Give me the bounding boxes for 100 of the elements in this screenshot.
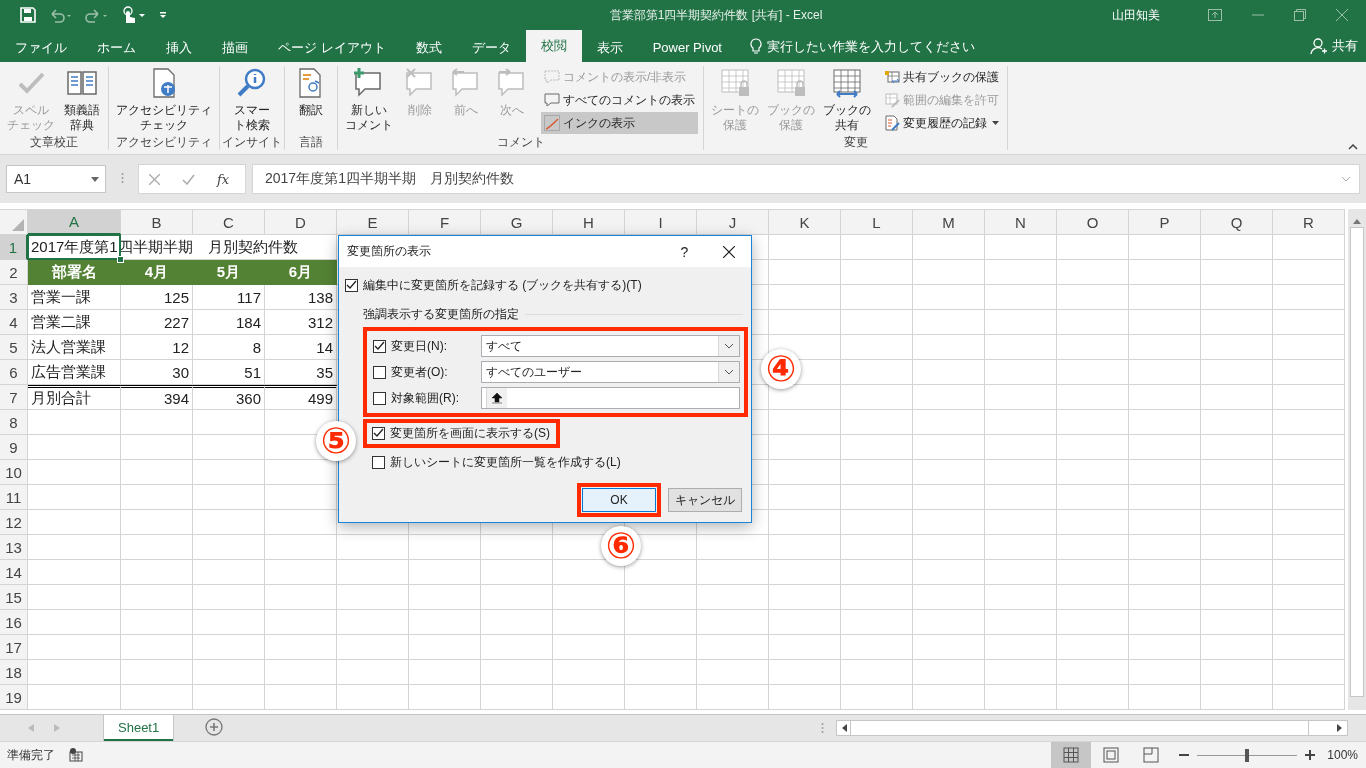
macro-record-icon[interactable] bbox=[69, 748, 83, 762]
checkbox[interactable] bbox=[373, 365, 386, 379]
ribbon-button[interactable]: スマー ト検索 bbox=[231, 66, 273, 134]
column-header[interactable]: C bbox=[193, 210, 265, 235]
ribbon-tab[interactable]: 校閲 bbox=[525, 30, 582, 63]
row-header[interactable]: 4 bbox=[0, 310, 28, 335]
row-header[interactable]: 2 bbox=[0, 260, 28, 285]
column-header[interactable]: J bbox=[697, 210, 769, 235]
undo-icon[interactable] bbox=[48, 7, 72, 24]
ribbon-tab[interactable]: データ bbox=[456, 33, 526, 63]
row-header[interactable]: 7 bbox=[0, 385, 28, 410]
ribbon-button[interactable]: アクセシビリティ チェック bbox=[114, 66, 214, 134]
ribbon-button[interactable]: ブックの 共有 bbox=[821, 66, 873, 134]
row-header[interactable]: 8 bbox=[0, 410, 28, 435]
row-header[interactable]: 16 bbox=[0, 610, 28, 635]
redo-icon[interactable] bbox=[84, 7, 108, 24]
column-header[interactable]: B bbox=[121, 210, 193, 235]
scroll-left-icon[interactable] bbox=[842, 724, 847, 732]
ribbon-button[interactable]: 共有ブックの保護 bbox=[881, 66, 1002, 89]
zoom-level[interactable]: 100% bbox=[1315, 748, 1366, 762]
vertical-scrollbar[interactable] bbox=[1348, 209, 1366, 710]
column-header[interactable]: K bbox=[769, 210, 841, 235]
column-header[interactable]: N bbox=[985, 210, 1057, 235]
insert-function-button[interactable]: fx bbox=[217, 171, 230, 187]
column-header[interactable]: H bbox=[553, 210, 625, 235]
row-header[interactable]: 5 bbox=[0, 335, 28, 360]
ribbon-tab[interactable]: ホーム bbox=[82, 33, 151, 63]
ribbon-tab[interactable]: ページ レイアウト bbox=[263, 33, 401, 63]
splitter-icon[interactable] bbox=[821, 722, 824, 734]
column-header[interactable]: P bbox=[1129, 210, 1201, 235]
ribbon-button[interactable]: 類義語 辞典 bbox=[61, 66, 103, 134]
zoom-in-icon[interactable] bbox=[1305, 750, 1316, 760]
column-header[interactable]: Q bbox=[1201, 210, 1273, 235]
ribbon-button[interactable]: 新しい コメント bbox=[343, 66, 395, 134]
row-header[interactable]: 14 bbox=[0, 560, 28, 585]
touch-mode-icon[interactable] bbox=[120, 6, 146, 25]
checkbox[interactable] bbox=[373, 339, 386, 353]
add-sheet-icon[interactable] bbox=[205, 717, 224, 736]
range-field[interactable] bbox=[481, 387, 740, 409]
column-header[interactable]: A bbox=[28, 210, 121, 235]
splitter-icon[interactable] bbox=[120, 172, 124, 185]
ribbon-tab[interactable]: 挿入 bbox=[151, 33, 207, 63]
row-header[interactable]: 12 bbox=[0, 510, 28, 535]
help-button[interactable]: ? bbox=[662, 243, 707, 260]
row-header[interactable]: 3 bbox=[0, 285, 28, 310]
ribbon-tab[interactable]: Power Pivot bbox=[637, 33, 737, 63]
ribbon-button[interactable]: 翻訳 bbox=[290, 66, 332, 119]
column-header[interactable]: O bbox=[1057, 210, 1129, 235]
share-button[interactable]: 共有 bbox=[1310, 30, 1366, 63]
select-all-icon[interactable] bbox=[12, 219, 24, 231]
column-header[interactable]: E bbox=[337, 210, 409, 235]
customize-toolbar-icon[interactable] bbox=[158, 10, 168, 21]
column-header[interactable]: L bbox=[841, 210, 913, 235]
ribbon-tab[interactable]: 数式 bbox=[400, 33, 457, 63]
ribbon-display-icon[interactable] bbox=[1208, 9, 1222, 22]
row-header[interactable]: 13 bbox=[0, 535, 28, 560]
column-header[interactable]: M bbox=[913, 210, 985, 235]
row-header[interactable]: 11 bbox=[0, 485, 28, 510]
scroll-right-icon[interactable] bbox=[1337, 724, 1342, 732]
row-header[interactable]: 1 bbox=[0, 235, 28, 260]
column-header[interactable]: G bbox=[481, 210, 553, 235]
column-header[interactable]: F bbox=[409, 210, 481, 235]
checkbox[interactable] bbox=[372, 427, 385, 440]
row-header[interactable]: 15 bbox=[0, 585, 28, 610]
save-icon[interactable] bbox=[20, 7, 36, 24]
zoom-slider-thumb[interactable] bbox=[1245, 748, 1250, 762]
close-icon[interactable] bbox=[723, 245, 735, 258]
collapse-ribbon-icon[interactable] bbox=[1348, 144, 1358, 151]
horizontal-scrollbar[interactable] bbox=[836, 720, 1348, 736]
row-header[interactable]: 10 bbox=[0, 460, 28, 485]
checkbox[interactable] bbox=[345, 279, 358, 292]
ribbon-button[interactable]: インクの表示 bbox=[541, 112, 698, 135]
scroll-up-icon[interactable] bbox=[1352, 217, 1362, 225]
ribbon-tab[interactable]: ファイル bbox=[0, 33, 82, 63]
dialog-button[interactable]: キャンセル bbox=[668, 488, 742, 512]
enter-icon[interactable] bbox=[182, 173, 195, 185]
tell-me-field[interactable]: 実行したい作業を入力してください bbox=[767, 38, 1027, 54]
row-header[interactable]: 17 bbox=[0, 635, 28, 660]
row-header[interactable]: 19 bbox=[0, 685, 28, 710]
ribbon-tab[interactable]: 描画 bbox=[207, 33, 263, 63]
sheet-tab[interactable]: Sheet1 bbox=[104, 715, 174, 741]
column-header[interactable]: D bbox=[265, 210, 337, 235]
formula-field[interactable]: 2017年度第1四半期半期 月別契約件数 bbox=[252, 164, 1360, 195]
restore-icon[interactable] bbox=[1294, 9, 1306, 22]
dropdown-field[interactable]: すべてのユーザー bbox=[481, 361, 740, 383]
view-button[interactable] bbox=[1051, 742, 1092, 768]
dropdown-field[interactable]: すべて bbox=[481, 335, 740, 357]
cancel-icon[interactable] bbox=[149, 173, 160, 185]
ribbon-tab[interactable]: 表示 bbox=[581, 33, 638, 63]
row-header[interactable]: 6 bbox=[0, 360, 28, 385]
checkbox[interactable] bbox=[373, 391, 386, 405]
name-box[interactable]: A1 bbox=[6, 165, 106, 194]
row-header[interactable]: 9 bbox=[0, 435, 28, 460]
ribbon-button[interactable]: 変更履歴の記録 bbox=[881, 112, 1002, 135]
checkbox[interactable] bbox=[372, 456, 385, 469]
row-header[interactable]: 18 bbox=[0, 660, 28, 685]
dialog-button[interactable]: OK bbox=[582, 488, 656, 512]
column-header[interactable]: I bbox=[625, 210, 697, 235]
ribbon-button[interactable]: すべてのコメントの表示 bbox=[541, 89, 698, 112]
column-header[interactable]: R bbox=[1273, 210, 1345, 235]
